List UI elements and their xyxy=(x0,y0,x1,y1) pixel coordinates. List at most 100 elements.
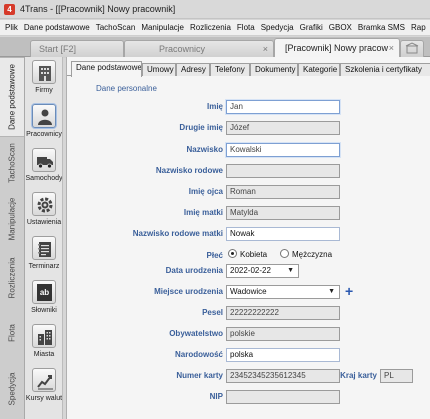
gender-radio-kobieta[interactable]: Kobieta xyxy=(228,249,267,261)
sidebar-item-label: Słowniki xyxy=(31,307,57,314)
gender-option-kobieta-label: Kobieta xyxy=(240,250,268,259)
sidebar-item-pracownicy[interactable]: Pracownicy xyxy=(25,101,62,147)
category-flota-label: Flota xyxy=(7,324,17,342)
gender-radio-mezczyzna[interactable]: Mężczyzna xyxy=(280,249,332,261)
menu-bar: Plik Dane podstawowe TachoScan Manipulacje R… xyxy=(0,20,430,36)
category-dane-podstawowe[interactable]: Dane podstawowe xyxy=(0,57,24,137)
window-title: 4Trans - [[Pracownik] Nowy pracownik] xyxy=(20,4,176,14)
radio-checked-icon xyxy=(228,249,237,258)
category-strip: Dane podstawowe TachoScan Manipulacje Ro… xyxy=(0,57,25,419)
new-tab-icon xyxy=(405,42,419,54)
doc-tab-nowy-pracownik[interactable]: [Pracownik] Nowy pracow × xyxy=(274,38,400,58)
tab-umowy[interactable]: Umowy xyxy=(142,63,176,76)
doc-tab-nowy-pracownik-label: [Pracownik] Nowy pracow xyxy=(285,43,389,53)
second-name-input[interactable]: Józef xyxy=(226,121,340,135)
card-country-label: Kraj karty xyxy=(340,371,377,380)
sidebar-item-samochody[interactable]: Samochody xyxy=(25,145,63,191)
pesel-input[interactable]: 22222222222 xyxy=(226,306,340,320)
new-tab-button[interactable] xyxy=(400,40,424,57)
close-icon[interactable]: × xyxy=(389,40,394,57)
sidebar-item-label: Samochody xyxy=(25,175,63,182)
tab-dokumenty[interactable]: Dokumenty xyxy=(250,63,298,76)
first-name-label: Imię xyxy=(206,102,223,111)
father-name-label: Imię ojca xyxy=(188,187,223,196)
doc-tab-pracownicy[interactable]: Pracownicy × xyxy=(124,40,274,58)
dictionary-icon: ab xyxy=(32,280,56,304)
nip-input[interactable] xyxy=(226,390,340,404)
tab-kategorie[interactable]: Kategorie xyxy=(298,63,340,76)
category-flota[interactable]: Flota xyxy=(0,307,24,359)
menu-flota[interactable]: Flota xyxy=(234,20,258,35)
second-name-label: Drugie imię xyxy=(179,123,223,132)
birth-date-label: Data urodzenia xyxy=(165,266,223,275)
document-tabs: Start [F2] Pracownicy × [Pracownik] Nowy… xyxy=(0,37,430,58)
doc-tab-start-label: Start [F2] xyxy=(39,44,77,54)
dictionary-glyph: ab xyxy=(37,284,52,301)
sidebar-item-terminarz[interactable]: Terminarz xyxy=(25,233,62,279)
section-title: Dane personalne xyxy=(96,84,157,93)
nationality-input[interactable]: polska xyxy=(226,348,340,362)
doc-tab-start[interactable]: Start [F2] xyxy=(30,40,124,58)
category-manipulacje[interactable]: Manipulacje xyxy=(0,189,24,249)
menu-gbox[interactable]: GBOX xyxy=(326,20,355,35)
pesel-label: Pesel xyxy=(202,308,223,317)
close-icon[interactable]: × xyxy=(263,41,268,58)
menu-bramka-sms[interactable]: Bramka SMS xyxy=(355,20,408,35)
sidebar-item-firmy[interactable]: Firmy xyxy=(25,57,62,103)
sidebar-item-slowniki[interactable]: ab Słowniki xyxy=(25,277,62,323)
module-sidebar: Firmy Pracownicy Samochody Ustawienia Te… xyxy=(25,57,63,419)
chevron-down-icon[interactable]: ▼ xyxy=(328,286,335,298)
tab-telefony[interactable]: Telefony xyxy=(210,63,250,76)
menu-grafiki[interactable]: Grafiki xyxy=(297,20,326,35)
sidebar-item-ustawienia[interactable]: Ustawienia xyxy=(25,189,62,235)
city-icon xyxy=(32,324,56,348)
sidebar-item-miasta[interactable]: Miasta xyxy=(25,321,62,367)
category-spedycja[interactable]: Spedycja xyxy=(0,359,24,419)
building-icon xyxy=(32,60,56,84)
category-rozliczenia[interactable]: Rozliczenia xyxy=(0,249,24,307)
calendar-icon xyxy=(32,236,56,260)
menu-manipulacje[interactable]: Manipulacje xyxy=(138,20,187,35)
birth-date-picker[interactable]: 2022-02-22 ▼ xyxy=(226,264,299,278)
sidebar-item-kursy-walut[interactable]: Kursy walut xyxy=(25,365,63,411)
birth-date-value: 2022-02-22 xyxy=(230,266,271,275)
person-icon xyxy=(32,104,56,128)
menu-tachoscan[interactable]: TachoScan xyxy=(93,20,139,35)
surname-label: Nazwisko xyxy=(186,145,223,154)
tab-szkolenia-i-certyfikaty[interactable]: Szkolenia i certyfikaty xyxy=(340,63,430,76)
sidebar-item-label: Miasta xyxy=(33,351,55,358)
mother-name-input[interactable]: Matylda xyxy=(226,206,340,220)
chevron-down-icon[interactable]: ▼ xyxy=(287,265,294,277)
birth-place-label: Miejsce urodzenia xyxy=(154,287,223,296)
category-tachoscan[interactable]: TachoScan xyxy=(0,137,24,189)
mother-maiden-name-input[interactable]: Nowak xyxy=(226,227,340,241)
menu-plik[interactable]: Plik xyxy=(0,20,21,35)
card-country-input[interactable]: PL xyxy=(380,369,413,383)
surname-input[interactable]: Kowalski xyxy=(226,143,340,157)
menu-spedycja[interactable]: Spedycja xyxy=(258,20,297,35)
chart-icon xyxy=(32,368,56,392)
sidebar-item-label: Pracownicy xyxy=(26,131,62,138)
father-name-input[interactable]: Roman xyxy=(226,185,340,199)
gender-label: Płeć xyxy=(206,251,223,260)
employee-form-panel: Dane podstawowe Umowy Adresy Telefony Do… xyxy=(66,57,430,419)
tab-dane-podstawowe[interactable]: Dane podstawowe xyxy=(71,61,142,77)
menu-rozliczenia[interactable]: Rozliczenia xyxy=(187,20,234,35)
gear-icon xyxy=(32,192,56,216)
sidebar-item-label: Ustawienia xyxy=(26,219,62,226)
maiden-name-input[interactable] xyxy=(226,164,340,178)
add-place-button[interactable]: + xyxy=(345,284,357,298)
maiden-name-label: Nazwisko rodowe xyxy=(155,166,223,175)
menu-raporty[interactable]: Rap xyxy=(408,20,429,35)
citizenship-input[interactable]: polskie xyxy=(226,327,340,341)
menu-dane-podstawowe[interactable]: Dane podstawowe xyxy=(21,20,93,35)
birth-place-select[interactable]: Wadowice ▼ xyxy=(226,285,340,299)
first-name-input[interactable]: Jan xyxy=(226,100,340,114)
gender-option-mezczyzna-label: Mężczyzna xyxy=(292,250,333,259)
app-logo-icon: 4 xyxy=(4,4,15,15)
nationality-label: Narodowość xyxy=(174,350,223,359)
sidebar-item-label: Kursy walut xyxy=(25,395,63,402)
app-window: 4 4Trans - [[Pracownik] Nowy pracownik] … xyxy=(0,0,430,419)
radio-unchecked-icon xyxy=(280,249,289,258)
tab-adresy[interactable]: Adresy xyxy=(176,63,210,76)
